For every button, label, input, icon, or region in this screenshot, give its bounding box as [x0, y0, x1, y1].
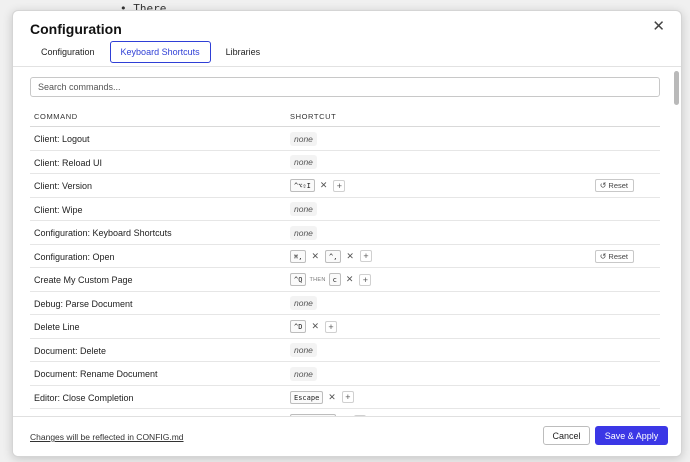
command-name: Document: Rename Document — [34, 369, 158, 379]
reset-button[interactable]: ↺ Reset — [594, 179, 634, 192]
shortcut-cell: ⌘, ✕ ^, ✕ + — [290, 249, 372, 264]
key-binding: c — [328, 273, 341, 286]
remove-icon[interactable]: ✕ — [311, 321, 319, 332]
add-icon[interactable]: + — [333, 179, 346, 192]
reset-label: Reset — [608, 181, 628, 190]
config-file-link[interactable]: Changes will be reflected in CONFIG.md — [30, 432, 184, 442]
shortcuts-table: COMMAND SHORTCUT Client: Logout none Clien… — [30, 105, 660, 416]
scrollbar-thumb[interactable] — [674, 71, 679, 105]
modal-title: Configuration — [30, 21, 122, 37]
reset-label: Reset — [608, 251, 628, 261]
shortcut-cell: none — [290, 202, 317, 217]
no-shortcut-label: none — [290, 296, 317, 310]
shortcut-cell: Escape ✕ + — [290, 390, 354, 405]
no-shortcut-label: none — [290, 131, 317, 146]
reset-button[interactable]: ↺ Reset — [594, 249, 634, 263]
remove-icon[interactable]: ✕ — [311, 251, 319, 262]
shortcut-cell: none — [290, 131, 317, 146]
table-row: Client: Reload UI none — [30, 151, 660, 174]
shortcut-cell: ^D ✕ + — [290, 319, 337, 334]
key-binding: Escape — [290, 390, 324, 404]
key-binding: ^⌥⇧I — [290, 179, 315, 192]
cancel-button[interactable]: Cancel — [543, 426, 590, 445]
table-row: Create My Custom Page ^Q THEN c ✕ + — [30, 268, 660, 292]
configuration-modal: Configuration ✕ Configuration Keyboard S… — [12, 10, 682, 457]
table-row: Debug: Parse Document none — [30, 292, 660, 315]
command-name: Create My Custom Page — [34, 275, 133, 285]
no-shortcut-label: none — [290, 343, 317, 357]
shortcut-cell: ^Q THEN c ✕ + — [290, 272, 372, 287]
table-row: Document: Delete none — [30, 339, 660, 362]
command-name: Editor: Close Completion — [34, 392, 134, 403]
modal-footer: Changes will be reflected in CONFIG.md C… — [13, 416, 681, 456]
scrollbar[interactable] — [673, 67, 679, 416]
add-icon[interactable]: + — [341, 391, 354, 403]
key-binding: ^Q — [290, 273, 307, 286]
table-row: Delete Line ^D ✕ + — [30, 315, 660, 339]
command-name: Client: Wipe — [34, 204, 83, 215]
shortcut-cell: none — [290, 225, 317, 240]
remove-icon[interactable]: ✕ — [328, 392, 336, 403]
command-name: Delete Line — [34, 322, 80, 332]
shortcut-column-header: SHORTCUT — [290, 112, 337, 121]
shortcuts-panel[interactable]: COMMAND SHORTCUT Client: LogoutnoneClien… — [13, 67, 681, 416]
key-binding: ^D — [290, 320, 307, 333]
command-name: Client: Logout — [34, 134, 90, 144]
add-icon[interactable]: + — [359, 273, 372, 286]
remove-icon[interactable]: ✕ — [346, 274, 354, 285]
command-name: Document: Delete — [34, 345, 107, 356]
command-name: Configuration: Open — [34, 251, 115, 262]
no-shortcut-label: none — [290, 366, 317, 381]
key-binding: ^, — [324, 249, 342, 263]
table-row: Client: Version ^⌥⇧I ✕ + ↺ Reset — [30, 174, 660, 198]
add-icon[interactable]: + — [324, 320, 337, 333]
table-row: Client: Logout none — [30, 127, 660, 151]
reset-icon: ↺ — [599, 181, 607, 190]
command-name: Debug: Parse Document — [34, 298, 133, 309]
no-shortcut-label: none — [290, 202, 317, 216]
table-row: Document: Rename Document none — [30, 362, 660, 386]
search-commands-input[interactable] — [30, 77, 660, 97]
table-body: Client: Logout none Client: Reload UI none C… — [30, 127, 660, 416]
table-row: Editor: Cursor Char LeftArrowLeft✕+ — [30, 409, 660, 416]
command-name: Client: Version — [34, 181, 93, 191]
tab-bar: Configuration Keyboard Shortcuts Librari… — [30, 41, 275, 63]
shortcut-cell: none — [290, 155, 317, 170]
shortcut-cell: ^⌥⇧I ✕ + — [290, 178, 346, 193]
table-header: COMMAND SHORTCUT — [30, 105, 660, 127]
reset-icon: ↺ — [599, 251, 607, 261]
no-shortcut-label: none — [290, 155, 317, 169]
shortcut-cell: none — [290, 296, 317, 311]
remove-icon[interactable]: ✕ — [346, 251, 354, 262]
tab-configuration[interactable]: Configuration — [30, 41, 106, 63]
key-binding: ⌘, — [290, 249, 307, 263]
command-column-header: COMMAND — [34, 112, 78, 121]
table-row: Client: Wipe none — [30, 198, 660, 221]
remove-icon[interactable]: ✕ — [320, 180, 328, 191]
table-row: Editor: Close Completion Escape ✕ + — [30, 386, 660, 409]
modal-header: Configuration ✕ — [13, 11, 681, 41]
then-label: THEN — [309, 276, 326, 283]
command-name: Client: Reload UI — [34, 157, 103, 168]
shortcut-cell: none — [290, 366, 317, 381]
tab-libraries[interactable]: Libraries — [215, 41, 272, 63]
close-icon[interactable]: ✕ — [652, 19, 665, 34]
save-apply-button[interactable]: Save & Apply — [595, 426, 668, 445]
table-row: Configuration: Open ⌘, ✕ ^, ✕ + ↺ Reset — [30, 245, 660, 268]
add-icon[interactable]: + — [359, 250, 372, 262]
table-row: Configuration: Keyboard Shortcuts none — [30, 221, 660, 245]
command-name: Configuration: Keyboard Shortcuts — [34, 228, 172, 238]
tab-keyboard-shortcuts[interactable]: Keyboard Shortcuts — [109, 41, 211, 63]
shortcut-cell: none — [290, 343, 317, 358]
no-shortcut-label: none — [290, 225, 317, 240]
